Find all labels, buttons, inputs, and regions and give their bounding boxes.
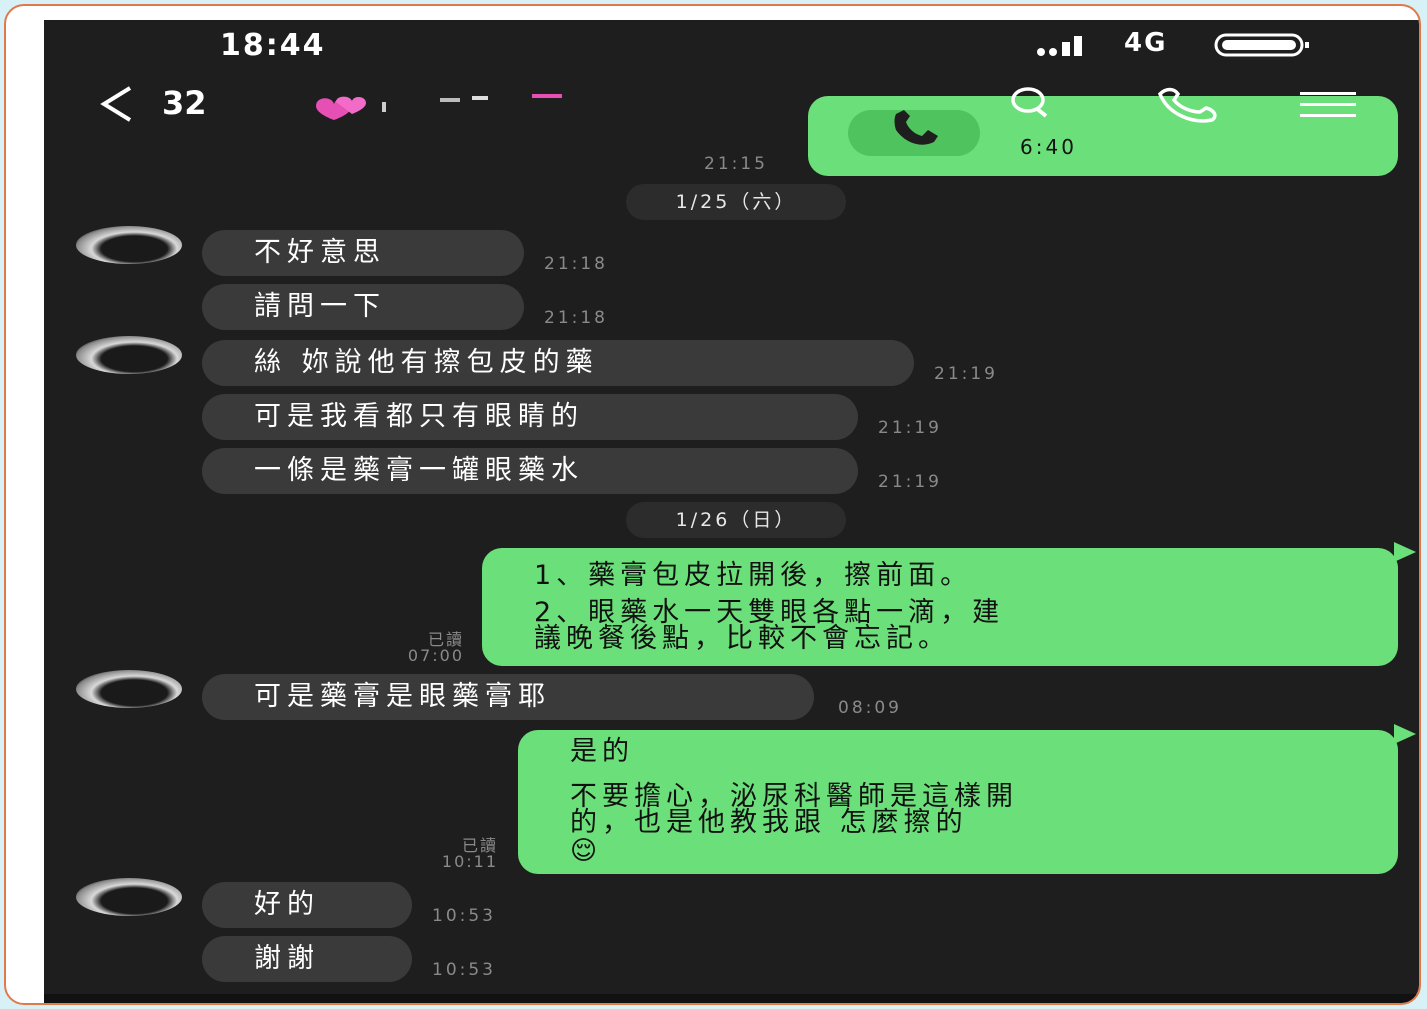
message-bubble[interactable]: 請問一下 (202, 284, 524, 330)
back-button[interactable] (96, 84, 140, 124)
message-time: 10:53 (432, 906, 496, 926)
message-time: 21:19 (934, 364, 998, 384)
bubble-tail (1394, 724, 1416, 744)
message-bubble[interactable]: 不好意思 (202, 230, 524, 276)
bubble-tail (1394, 542, 1416, 562)
message-bubble[interactable]: 可是我看都只有眼睛的 (202, 394, 858, 440)
message-bubble[interactable]: 謝謝 (202, 936, 412, 982)
bottom-bar (44, 994, 1419, 1003)
date-separator: 1/25（六） (626, 184, 846, 220)
chat-screen: 18:44 4G 32 6:40 21:15 1/25（六） 不好意思 21:1… (44, 20, 1419, 1003)
message-time: 21:19 (878, 472, 942, 492)
date-separator: 1/26（日） (626, 502, 846, 538)
avatar[interactable] (76, 336, 182, 374)
message-line: 的，也是他教我跟 怎麼擦的 (570, 807, 968, 838)
message-bubble[interactable]: 絲 妳說他有擦包皮的藥 (202, 340, 914, 386)
message-bubble[interactable]: 一條是藥膏一罐眼藥水 (202, 448, 858, 494)
message-time: 10:53 (432, 960, 496, 980)
message-time: 21:18 (544, 308, 608, 328)
message-bubble[interactable]: 可是藥膏是眼藥膏耶 (202, 674, 814, 720)
search-icon[interactable] (1010, 84, 1050, 124)
network-label: 4G (1124, 28, 1168, 58)
call-duration: 6:40 (1020, 135, 1077, 159)
relieved-emoji-icon: 😌 (570, 836, 603, 866)
message-time: 08:09 (838, 698, 902, 718)
signal-icon (1036, 32, 1106, 58)
avatar[interactable] (76, 226, 182, 264)
read-receipt: 已讀 07:00 (407, 630, 464, 665)
avatar[interactable] (76, 878, 182, 916)
message-bubble[interactable]: 好的 (202, 882, 412, 928)
screenshot-frame: 18:44 4G 32 6:40 21:15 1/25（六） 不好意思 21:1… (4, 4, 1421, 1005)
heart-icon (306, 92, 376, 122)
message-line: 是的 (570, 736, 634, 767)
phone-icon (848, 110, 980, 156)
message-line: 議晚餐後點，比較不會忘記。 (534, 623, 950, 654)
avatar[interactable] (76, 670, 182, 708)
battery-icon (1214, 32, 1314, 58)
outgoing-message-bubble[interactable]: 是的 不要擔心，泌尿科醫師是這樣開 的，也是他教我跟 怎麼擦的 😌 (518, 730, 1398, 874)
call-icon[interactable] (1152, 84, 1222, 124)
call-time: 21:15 (704, 154, 768, 174)
status-time: 18:44 (220, 28, 326, 63)
menu-icon[interactable] (1298, 90, 1358, 120)
message-time: 21:18 (544, 254, 608, 274)
unread-count[interactable]: 32 (162, 84, 207, 122)
outgoing-message-bubble[interactable]: 1、藥膏包皮拉開後，擦前面。 2、眼藥水一天雙眼各點一滴，建 議晚餐後點，比較不… (482, 548, 1398, 666)
message-line: 1、藥膏包皮拉開後，擦前面。 (534, 560, 973, 591)
message-time: 21:19 (878, 418, 942, 438)
read-receipt: 已讀 10:11 (441, 836, 498, 871)
contact-name-redacted[interactable] (382, 90, 582, 120)
